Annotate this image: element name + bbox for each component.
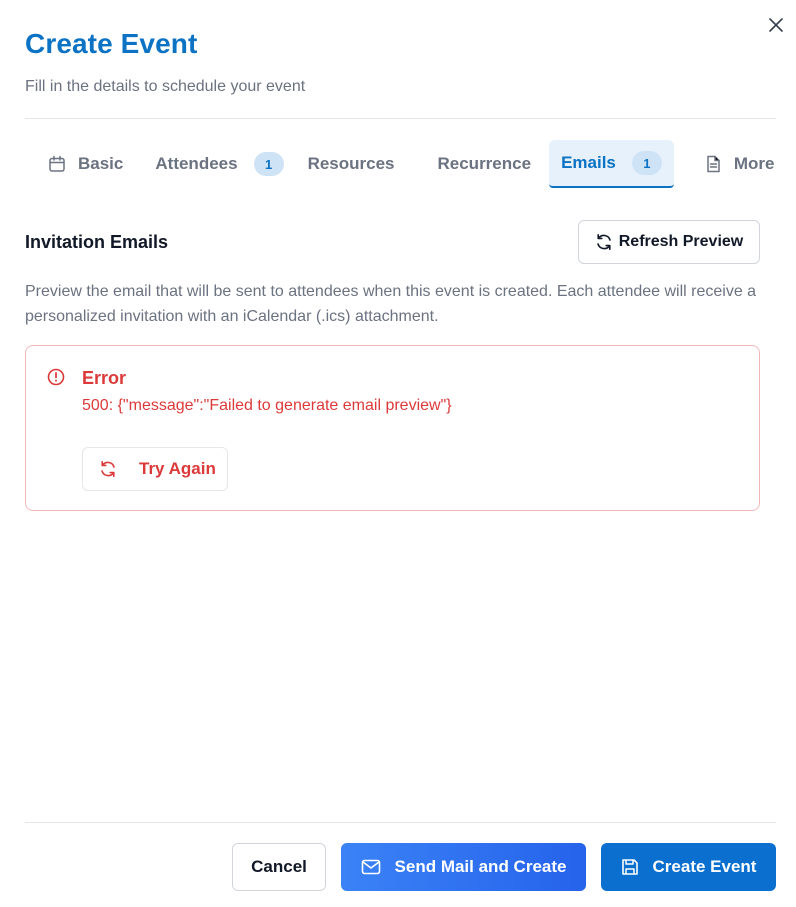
tab-attendees[interactable]: Attendees 1 (143, 141, 295, 187)
tab-resources[interactable]: Resources (296, 141, 407, 187)
try-again-button[interactable]: Try Again (82, 447, 228, 491)
close-button[interactable] (765, 14, 787, 36)
tab-label: Basic (78, 154, 124, 173)
tab-label: Emails (561, 153, 616, 172)
refresh-preview-button[interactable]: Refresh Preview (578, 220, 760, 264)
create-event-label: Create Event (652, 857, 757, 876)
tab-count-badge: 1 (253, 152, 284, 176)
error-alert: Error 500: {"message":"Failed to generat… (25, 345, 760, 511)
tab-label: Resources (307, 154, 395, 173)
save-icon (621, 859, 638, 875)
tab-basic[interactable]: Basic (36, 141, 135, 187)
header-divider (25, 118, 776, 119)
tab-bar: Basic Attendees 1 Resources Recurrence E… (36, 140, 787, 188)
error-message: 500: {"message":"Failed to generate emai… (82, 397, 452, 414)
create-event-button[interactable]: Create Event (601, 843, 776, 891)
refresh-icon (101, 461, 115, 477)
close-icon (769, 18, 783, 32)
tab-emails[interactable]: Emails 1 (549, 140, 674, 188)
section-description: Preview the email that will be sent to a… (25, 283, 757, 325)
tab-label: More (733, 154, 775, 173)
tab-count-badge: 1 (631, 151, 662, 175)
refresh-preview-label: Refresh Preview (618, 233, 744, 250)
mail-icon (361, 859, 380, 875)
tab-more[interactable]: More (692, 141, 787, 187)
dialog-title: Create Event (25, 28, 198, 59)
tab-label: Attendees (155, 154, 238, 173)
tab-recurrence[interactable]: Recurrence (426, 141, 544, 187)
send-mail-and-create-button[interactable]: Send Mail and Create (341, 843, 586, 891)
try-again-label: Try Again (139, 459, 216, 478)
send-mail-label: Send Mail and Create (394, 857, 567, 876)
alert-circle-icon (47, 368, 65, 391)
cancel-button[interactable]: Cancel (232, 843, 326, 891)
footer-divider (25, 822, 776, 823)
document-icon (704, 155, 722, 173)
cancel-label: Cancel (251, 857, 307, 876)
calendar-icon (48, 155, 66, 173)
section-title: Invitation Emails (25, 232, 169, 252)
error-title: Error (82, 368, 127, 388)
refresh-icon (596, 234, 611, 250)
tab-label: Recurrence (437, 154, 532, 173)
dialog-subtitle: Fill in the details to schedule your eve… (25, 78, 306, 95)
